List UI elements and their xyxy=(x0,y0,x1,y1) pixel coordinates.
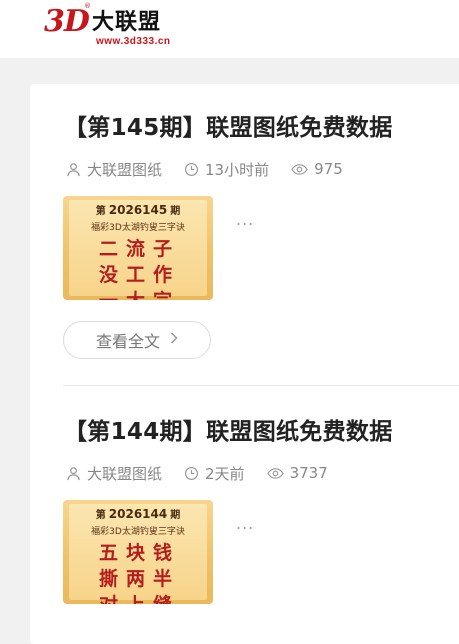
post-time: 13小时前 xyxy=(184,159,269,180)
clock-icon xyxy=(184,162,199,176)
author-name[interactable]: 大联盟图纸 xyxy=(87,159,162,180)
issue-prefix: 第 xyxy=(95,510,106,521)
post-time: 2天前 xyxy=(184,463,245,484)
thumbnail-subtitle: 福彩3D太湖钓叟三字诀 xyxy=(91,223,185,233)
clock-icon xyxy=(184,466,199,480)
issue-number: 2026145 xyxy=(108,203,168,217)
verse-line: 没工作 xyxy=(99,264,181,286)
eye-icon xyxy=(291,163,308,175)
chevron-right-icon xyxy=(170,332,178,348)
verse-line: 五块钱 xyxy=(99,542,181,564)
read-more-label: 查看全文 xyxy=(95,332,160,351)
issue-suffix: 期 xyxy=(170,206,181,217)
time-text: 2天前 xyxy=(205,464,245,483)
post-author: 大联盟图纸 xyxy=(66,463,162,484)
thumbnail-issue: 第 2026144 期 xyxy=(63,506,213,521)
user-icon xyxy=(67,162,80,176)
post-views: 3737 xyxy=(266,464,328,482)
logo-registered: ® xyxy=(84,2,91,10)
thumbnail-verse: 二流子 没工作 一大宗 xyxy=(99,236,180,300)
post-meta: 大联盟图纸 2天前 3737 xyxy=(66,462,350,484)
issue-prefix: 第 xyxy=(95,206,106,217)
post-title[interactable]: 【第144期】联盟图纸免费数据 xyxy=(64,416,393,448)
post-title[interactable]: 【第145期】联盟图纸免费数据 xyxy=(64,112,393,144)
logo-brand: 大联盟 xyxy=(92,10,162,35)
time-text: 13小时前 xyxy=(205,160,270,179)
post-meta: 大联盟图纸 13小时前 975 xyxy=(66,158,365,180)
views-count: 3737 xyxy=(289,464,328,482)
top-bar: 3D ® 大联盟 www.3d333.cn xyxy=(0,0,459,58)
thumbnail-subtitle: 福彩3D太湖钓叟三字诀 xyxy=(91,527,185,537)
verse-line: 撕两半 xyxy=(99,568,181,590)
post-divider xyxy=(63,385,459,386)
user-icon xyxy=(67,466,80,480)
post-thumbnail[interactable]: 第2026144期 福彩3D太湖钓叟三字诀 五块钱 撕两半 对上缝 xyxy=(63,500,213,604)
post-author: 大联盟图纸 xyxy=(66,159,162,180)
post-list-card: 【第145期】联盟图纸免费数据 大联盟图纸 13小时前 975 第 202614… xyxy=(30,84,459,644)
logo-url: www.3d333.cn xyxy=(96,36,171,47)
thumbnail-issue: 第 2026145 期 xyxy=(63,202,213,217)
verse-line: 二流子 xyxy=(99,238,181,260)
verse-line: 对上缝 xyxy=(99,592,180,604)
author-name[interactable]: 大联盟图纸 xyxy=(87,463,162,484)
views-count: 975 xyxy=(314,160,343,178)
logo-mark: 3D xyxy=(44,4,90,39)
post-views: 975 xyxy=(291,160,343,178)
eye-icon xyxy=(266,467,284,479)
excerpt-ellipsis: ... xyxy=(236,514,255,533)
issue-suffix: 期 xyxy=(170,510,181,521)
read-more-button[interactable]: 查看全文 xyxy=(63,321,211,359)
site-logo[interactable]: 3D ® 大联盟 www.3d333.cn xyxy=(44,2,194,50)
verse-line: 一大宗 xyxy=(99,288,180,300)
excerpt-ellipsis: ... xyxy=(236,210,255,229)
post-thumbnail[interactable]: 第2026145期 福彩3D太湖钓叟三字诀 二流子 没工作 一大宗 xyxy=(63,196,213,300)
issue-number: 2026144 xyxy=(108,507,168,521)
thumbnail-verse: 五块钱 撕两半 对上缝 xyxy=(99,540,180,604)
